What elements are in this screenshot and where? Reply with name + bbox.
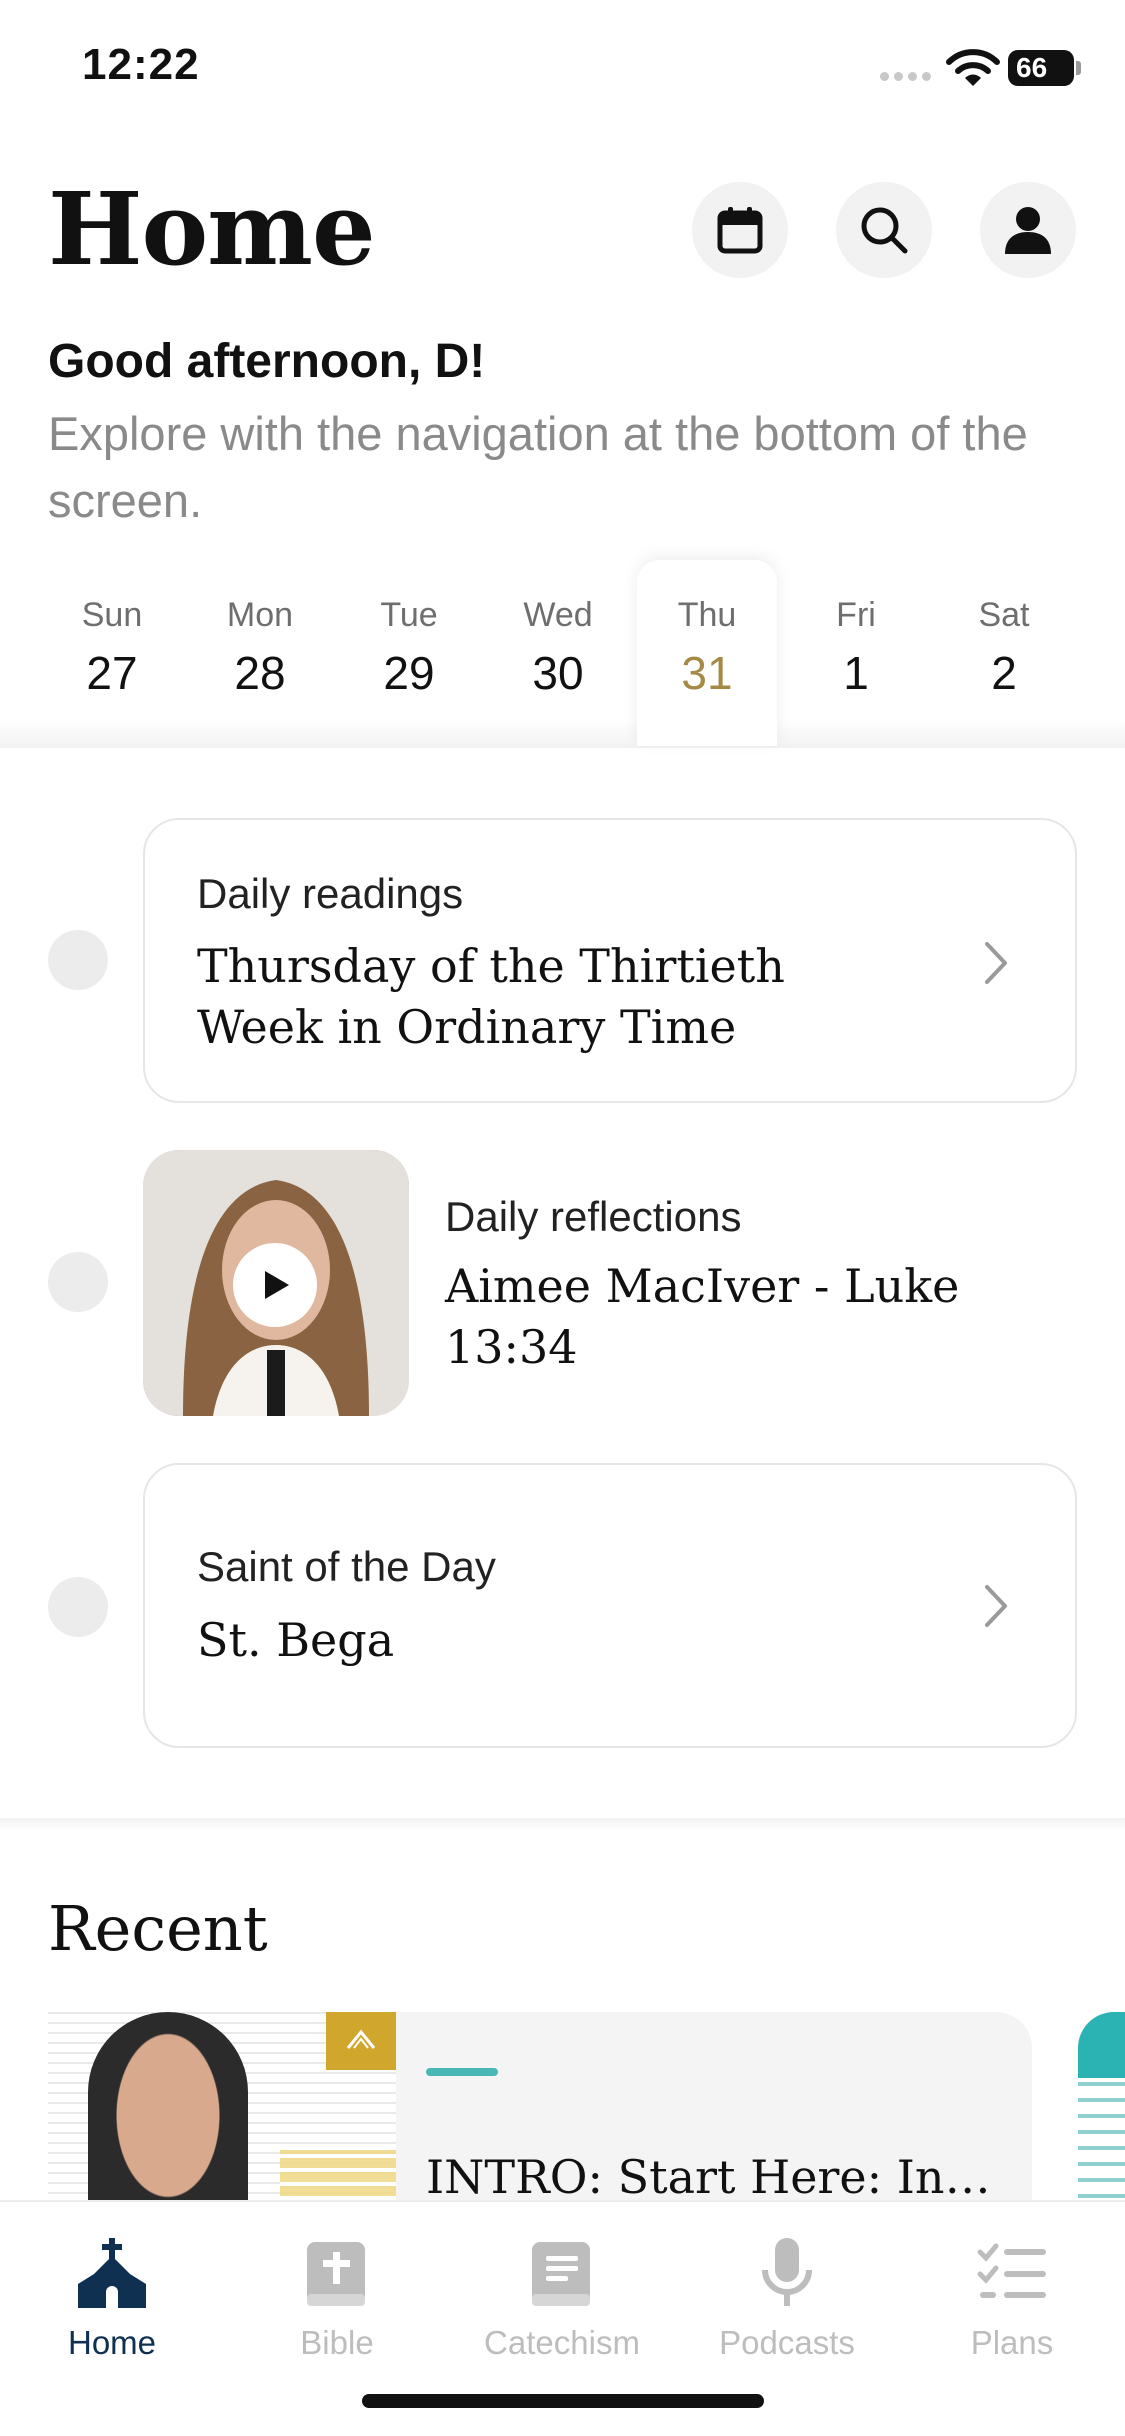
day-name: Tue	[380, 596, 438, 634]
card-title: St. Bega	[197, 1613, 395, 1667]
day-name: Wed	[523, 596, 593, 634]
tab-label: Podcasts	[719, 2324, 855, 2361]
tab-label: Home	[67, 2324, 157, 2361]
book-icon	[532, 2242, 590, 2306]
day-name: Mon	[226, 596, 294, 634]
tab-bible[interactable]: Bible	[237, 2234, 437, 2362]
tab-label: Bible	[300, 2324, 374, 2361]
greeting-subtitle: Explore with the navigation at the botto…	[48, 407, 1028, 527]
wifi-icon	[946, 49, 1000, 86]
ascension-logo-icon	[326, 2012, 396, 2070]
tab-podcasts[interactable]: Podcasts	[687, 2234, 887, 2362]
play-icon	[265, 1271, 289, 1299]
progress-indicator	[426, 2068, 498, 2076]
day-wed[interactable]: Wed 30	[488, 560, 628, 746]
recent-item-title: INTRO: Start Here: Intro...	[426, 2150, 1006, 2204]
checklist-icon	[977, 2243, 1046, 2298]
day-fri[interactable]: Fri 1	[786, 560, 926, 746]
home-indicator[interactable]	[362, 2394, 764, 2408]
day-number: 27	[86, 647, 138, 699]
church-icon	[78, 2238, 146, 2308]
day-name: Fri	[836, 596, 876, 634]
card-title: Thursday of the Thirtieth Week in Ordina…	[197, 939, 785, 1054]
profile-button[interactable]	[980, 182, 1076, 278]
completion-indicator[interactable]	[48, 1577, 108, 1637]
week-strip: Sun 27 Mon 28 Tue 29 Wed 30 Thu 31 Fri 1…	[0, 560, 1125, 746]
day-number: 31	[681, 647, 733, 699]
reflection-label: Daily reflections	[445, 1193, 742, 1240]
day-sun[interactable]: Sun 27	[42, 560, 182, 746]
battery-indicator: 66	[1008, 50, 1074, 86]
greeting-title: Good afternoon, D!	[48, 335, 486, 388]
chevron-right-icon	[985, 1585, 1007, 1627]
day-name: Sun	[81, 596, 143, 634]
play-button[interactable]	[233, 1243, 317, 1327]
status-time: 12:22	[82, 40, 200, 89]
day-number: 1	[843, 647, 869, 699]
completion-indicator[interactable]	[48, 930, 108, 990]
day-mon[interactable]: Mon 28	[190, 560, 330, 746]
day-number: 30	[532, 647, 584, 699]
calendar-icon	[717, 207, 763, 254]
card-label: Saint of the Day	[197, 1543, 496, 1590]
day-number: 28	[234, 647, 286, 699]
page-title: Home	[48, 170, 376, 288]
recent-section-title: Recent	[48, 1892, 268, 1965]
reflection-title[interactable]: Aimee MacIver - Luke 13:34	[445, 1256, 1085, 1378]
day-number: 29	[383, 647, 435, 699]
day-tue[interactable]: Tue 29	[339, 560, 479, 746]
cellular-signal-icon	[880, 72, 931, 81]
tab-home[interactable]: Home	[12, 2234, 212, 2362]
day-number: 2	[991, 647, 1017, 699]
tab-label: Plans	[970, 2324, 1054, 2361]
day-name: Sat	[978, 596, 1030, 634]
day-thu-selected[interactable]: Thu 31	[637, 560, 777, 746]
bible-icon	[307, 2242, 365, 2306]
tab-plans[interactable]: Plans	[912, 2234, 1112, 2362]
card-label: Daily readings	[197, 870, 464, 917]
tab-catechism[interactable]: Catechism	[462, 2234, 662, 2362]
daily-readings-card[interactable]: Daily readings Thursday of the Thirtieth…	[143, 818, 1077, 1103]
battery-tip	[1076, 61, 1081, 75]
calendar-button[interactable]	[692, 182, 788, 278]
saint-of-the-day-card[interactable]: Saint of the Day St. Bega	[143, 1463, 1077, 1748]
tab-label: Catechism	[484, 2324, 640, 2361]
microphone-icon	[762, 2238, 812, 2306]
completion-indicator[interactable]	[48, 1252, 108, 1312]
ascension-logo-icon	[1078, 2012, 1125, 2078]
search-icon	[861, 207, 908, 254]
day-name: Thu	[677, 596, 737, 634]
day-sat[interactable]: Sat 2	[934, 560, 1074, 746]
section-divider	[0, 1818, 1125, 1832]
chevron-right-icon	[985, 942, 1007, 984]
search-button[interactable]	[836, 182, 932, 278]
user-icon	[1005, 207, 1051, 254]
